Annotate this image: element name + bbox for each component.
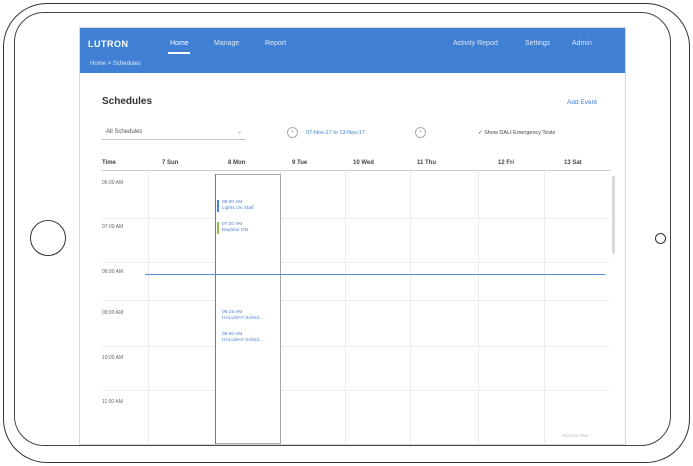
hour-divider xyxy=(102,262,610,263)
day-header-wed[interactable]: 10 Wed xyxy=(353,160,374,166)
tablet-camera xyxy=(655,233,666,244)
lutron-logo[interactable]: LUTRON xyxy=(88,39,129,49)
app-screen: LUTRON Home Manage Report Activity Repor… xyxy=(80,28,625,444)
hour-divider xyxy=(102,300,610,301)
dali-emergency-checkbox[interactable]: ✓ Show DALI Emergency Tests xyxy=(478,130,555,136)
add-event-link[interactable]: Add Event xyxy=(567,99,597,106)
calendar-header-divider xyxy=(102,170,610,171)
top-navigation-bar: LUTRON Home Manage Report Activity Repor… xyxy=(80,28,625,73)
day-header-sun[interactable]: 7 Sun xyxy=(162,160,178,166)
today-column-accent xyxy=(215,174,216,444)
time-label: 07:00 AM xyxy=(102,224,124,230)
nav-admin[interactable]: Admin xyxy=(572,40,592,47)
current-time-indicator xyxy=(145,274,605,275)
schedule-filter-value: All Schedules xyxy=(106,129,143,135)
hour-divider xyxy=(102,346,610,347)
hour-divider xyxy=(102,390,610,391)
calendar-event[interactable]: 07:00 AM Daytime ON xyxy=(217,222,248,234)
calendar-event[interactable]: 06:30 AM Lights On Staff xyxy=(217,200,254,212)
nav-activity-report[interactable]: Activity Report xyxy=(453,40,498,47)
breadcrumb[interactable]: Home > Schedules xyxy=(90,61,141,67)
next-week-button[interactable]: › xyxy=(415,127,426,138)
day-header-sat[interactable]: 13 Sat xyxy=(564,160,582,166)
calendar-event[interactable]: 09:15 AM HALLWAY Sched... xyxy=(219,310,263,322)
calendar-event[interactable]: 09:30 AM HALLWAY Sched... xyxy=(219,332,263,344)
time-label: 08:00 AM xyxy=(102,269,124,275)
event-title: HALLWAY Sched... xyxy=(222,316,263,321)
day-header-tue[interactable]: 9 Tue xyxy=(292,160,307,166)
page-title: Schedules xyxy=(102,96,153,107)
day-column-mon-today[interactable] xyxy=(215,174,281,444)
time-label: 11:00 AM xyxy=(102,399,123,405)
time-column-header: Time xyxy=(102,160,116,166)
day-column-sun[interactable] xyxy=(148,171,149,444)
day-header-mon[interactable]: 8 Mon xyxy=(228,160,245,166)
tablet-home-button[interactable] xyxy=(30,220,66,256)
time-label: 06:00 AM xyxy=(102,180,124,186)
schedule-filter-select[interactable]: All Schedules ⌄ xyxy=(102,126,246,140)
nav-settings[interactable]: Settings xyxy=(525,40,550,47)
nav-active-indicator xyxy=(168,52,190,54)
nav-manage[interactable]: Manage xyxy=(214,40,239,47)
day-column-fri[interactable] xyxy=(478,171,479,444)
day-column-sat[interactable] xyxy=(544,171,545,444)
time-label: 09:00 AM xyxy=(102,310,124,316)
date-range-label[interactable]: 07-Nov-17 to 13-Nov-17 xyxy=(306,130,365,136)
nav-home[interactable]: Home xyxy=(170,40,189,47)
day-column-thu[interactable] xyxy=(410,171,411,444)
day-header-fri[interactable]: 12 Fri xyxy=(498,160,514,166)
chevron-down-icon: ⌄ xyxy=(236,129,242,135)
day-column-wed[interactable] xyxy=(345,171,346,444)
footer-text: Myroom Plus xyxy=(562,433,589,438)
hour-divider xyxy=(102,218,610,219)
nav-report[interactable]: Report xyxy=(265,40,286,47)
previous-week-button[interactable]: ‹ xyxy=(287,127,298,138)
time-label: 10:00 AM xyxy=(102,355,124,361)
day-header-thu[interactable]: 11 Thu xyxy=(417,160,436,166)
event-title: HALLWAY Sched... xyxy=(222,338,263,343)
event-title: Daytime ON xyxy=(222,228,249,233)
dali-emergency-label: Show DALI Emergency Tests xyxy=(484,130,556,136)
event-title: Lights On Staff xyxy=(222,206,254,211)
calendar-scrollbar[interactable] xyxy=(612,176,615,254)
